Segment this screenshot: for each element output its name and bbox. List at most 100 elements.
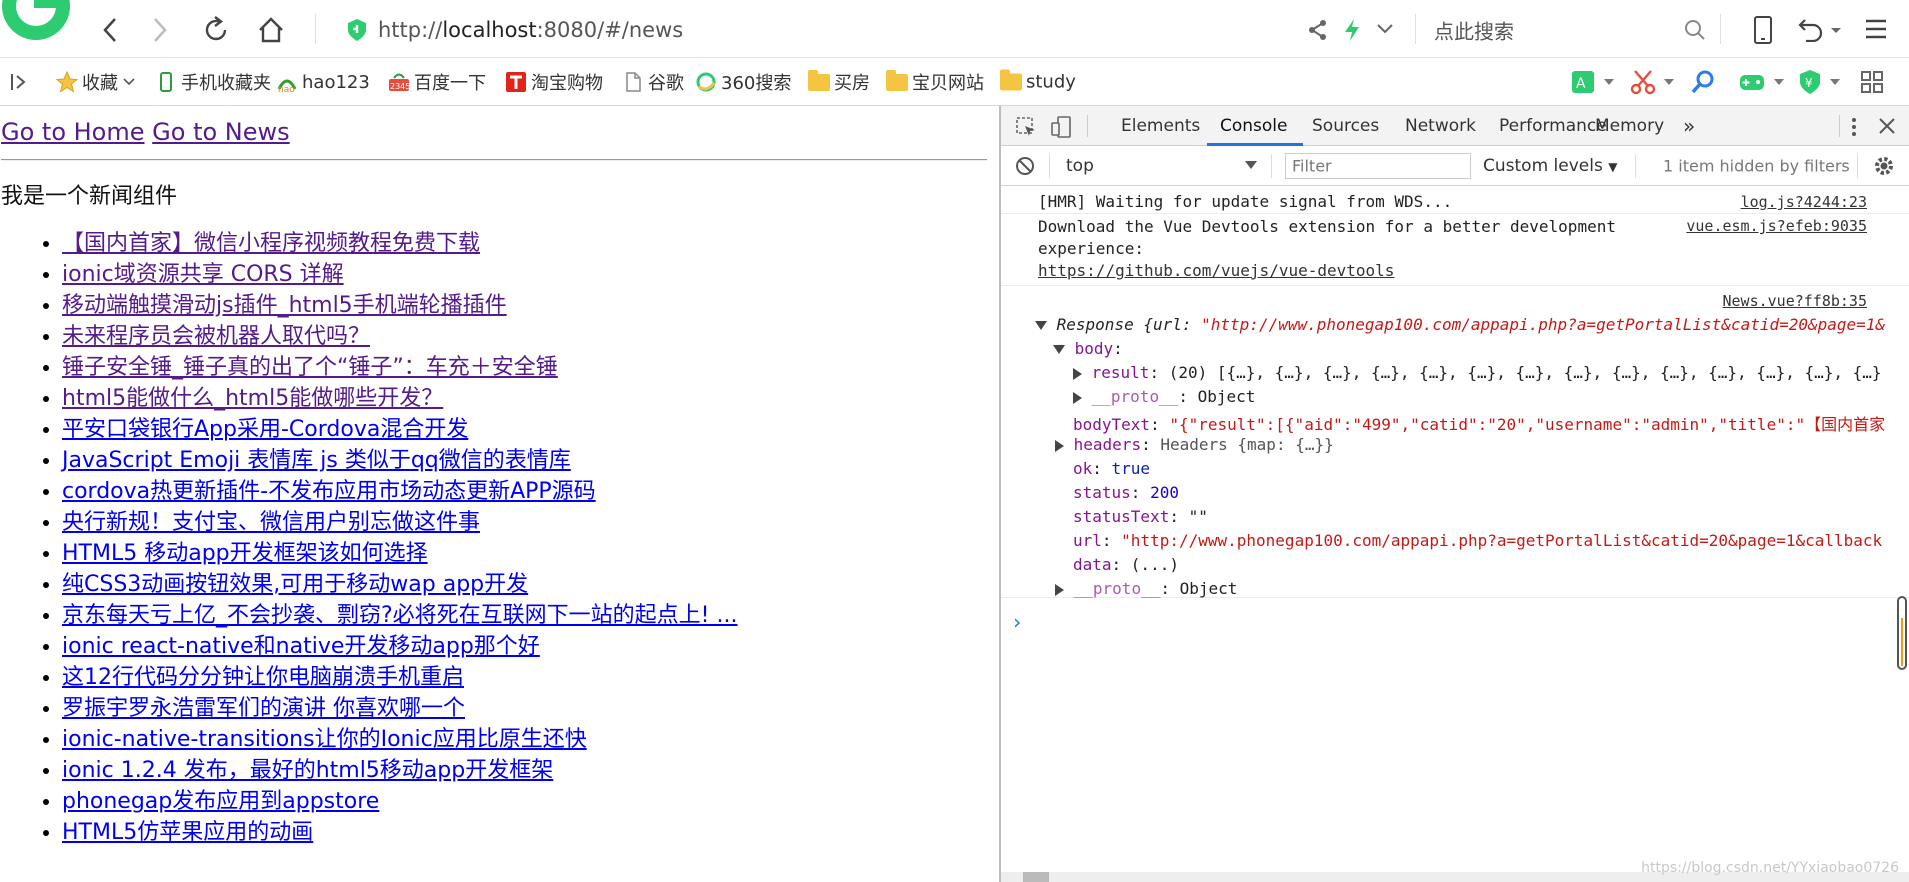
gamepad-icon[interactable]: [1738, 70, 1766, 94]
device-toolbar-icon[interactable]: [1049, 115, 1073, 139]
news-link[interactable]: 这12行代码分分钟让你电脑崩溃手机重启: [62, 665, 464, 690]
sidebar-toggle-icon[interactable]: [10, 72, 28, 92]
mobile-icon[interactable]: [1752, 15, 1774, 45]
nav-link-news[interactable]: Go to News: [152, 118, 289, 146]
search-icon[interactable]: [1683, 18, 1707, 42]
menu-icon[interactable]: [1864, 18, 1888, 40]
bookmark-folder-baby-sites[interactable]: 宝贝网站: [886, 69, 984, 95]
reload-icon: [205, 16, 227, 41]
expand-arrow-icon[interactable]: [1035, 321, 1047, 330]
proto-property[interactable]: __proto__: Object: [1055, 579, 1237, 598]
chevron-down-icon[interactable]: [1664, 79, 1674, 86]
news-link[interactable]: 罗振宇罗永浩雷军们的演讲 你喜欢哪一个: [62, 696, 465, 721]
undo-icon[interactable]: [1797, 16, 1825, 42]
magnifier-extension-icon[interactable]: [1690, 69, 1716, 95]
reload-button[interactable]: [198, 12, 234, 48]
expand-arrow-icon[interactable]: [1073, 391, 1082, 404]
bookmark-folder-house[interactable]: 买房: [808, 69, 870, 95]
vue-devtools-link[interactable]: https://github.com/vuejs/vue-devtools: [1038, 261, 1394, 280]
response-object[interactable]: Response {url: "http://www.phonegap100.c…: [1035, 315, 1885, 334]
source-link[interactable]: vue.esm.js?efeb:9035: [1686, 217, 1867, 235]
bookmark-hao123[interactable]: hao hao123: [276, 71, 370, 93]
headers-property[interactable]: headers: Headers {map: {…}}: [1055, 435, 1334, 454]
settings-gear-icon[interactable]: [1873, 155, 1895, 177]
news-link[interactable]: 【国内首家】微信小程序视频教程免费下载: [62, 231, 480, 256]
chevron-down-icon[interactable]: [1830, 79, 1840, 86]
tab-performance[interactable]: Performance: [1499, 116, 1607, 136]
expand-arrow-icon[interactable]: [1055, 439, 1064, 452]
expand-arrow-icon[interactable]: [1073, 367, 1082, 380]
news-link[interactable]: html5能做什么_html5能做哪些开发？: [62, 386, 443, 411]
kebab-menu-icon[interactable]: [1847, 116, 1861, 138]
news-link[interactable]: 平安口袋银行App采用-Cordova混合开发: [62, 417, 468, 442]
bookmark-360search[interactable]: 360搜索: [695, 69, 791, 95]
source-link[interactable]: News.vue?ff8b:35: [1723, 292, 1868, 310]
news-link[interactable]: 未来程序员会被机器人取代吗？: [62, 324, 370, 349]
search-input[interactable]: 点此搜索: [1434, 16, 1514, 45]
result-property[interactable]: result: (20) [{…}, {…}, {…}, {…}, {…}, {…: [1073, 363, 1882, 382]
hao123-icon: hao: [277, 79, 297, 93]
chevron-down-icon[interactable]: [1830, 27, 1842, 35]
console-scrollbar[interactable]: [1897, 596, 1907, 670]
news-link[interactable]: 央行新规！支付宝、微信用户别忘做这件事: [62, 510, 480, 535]
clear-console-icon[interactable]: [1015, 156, 1035, 176]
news-link[interactable]: ionic react-native和native开发移动app那个好: [62, 634, 540, 659]
source-link[interactable]: log.js?4244:23: [1741, 193, 1867, 211]
scissors-icon[interactable]: [1630, 69, 1656, 95]
tab-memory[interactable]: Memory: [1595, 116, 1664, 136]
console-prompt[interactable]: ›: [1011, 610, 1023, 634]
svg-text:2345: 2345: [390, 82, 410, 91]
bookmark-mobile-favorites[interactable]: 手机收藏夹: [155, 69, 271, 95]
news-link[interactable]: 移动端触摸滑动js插件_html5手机端轮播插件: [62, 293, 507, 318]
news-link[interactable]: cordova热更新插件-不发布应用市场动态更新APP源码: [62, 479, 596, 504]
tab-sources[interactable]: Sources: [1312, 116, 1379, 136]
home-icon: [259, 17, 283, 43]
address-bar[interactable]: http://localhost:8080/#/news: [378, 18, 683, 42]
bookmark-baidu[interactable]: 2345 百度一下: [388, 69, 486, 95]
expand-arrow-icon[interactable]: [1053, 345, 1065, 354]
back-button[interactable]: [92, 12, 128, 48]
news-link[interactable]: ionic-native-transitions让你的Ionic应用比原生还快: [62, 727, 587, 752]
tab-console[interactable]: Console: [1220, 116, 1288, 136]
news-link[interactable]: 纯CSS3动画按钮效果,可用于移动wap app开发: [62, 572, 528, 597]
data-property[interactable]: data: (...): [1073, 555, 1179, 574]
chevron-down-icon[interactable]: [1376, 22, 1394, 36]
more-tabs-button[interactable]: »: [1683, 114, 1695, 138]
proto-property[interactable]: __proto__: Object: [1073, 387, 1255, 406]
news-link[interactable]: ionic域资源共享 CORS 详解: [62, 262, 344, 287]
expand-arrow-icon[interactable]: [1055, 583, 1064, 596]
translate-extension-icon[interactable]: A: [1570, 69, 1596, 95]
news-link[interactable]: 锤子安全锤_锤子真的出了个“锤子”：车充＋安全锤: [62, 355, 558, 380]
tab-network[interactable]: Network: [1405, 116, 1476, 136]
news-link[interactable]: JavaScript Emoji 表情库 js 类似于qq微信的表情库: [62, 448, 571, 473]
context-select[interactable]: top: [1066, 156, 1094, 176]
news-link[interactable]: HTML5 移动app开发框架该如何选择: [62, 541, 428, 566]
dropdown-arrow-icon[interactable]: [1245, 161, 1257, 170]
news-link[interactable]: HTML5仿苹果应用的动画: [62, 820, 313, 845]
log-levels-select[interactable]: Custom levels ▼: [1483, 156, 1617, 176]
nav-link-home[interactable]: Go to Home: [1, 118, 145, 146]
bookmark-taobao[interactable]: 淘宝购物: [505, 69, 603, 95]
close-icon[interactable]: [1878, 117, 1896, 135]
forward-button[interactable]: [142, 12, 178, 48]
filter-input[interactable]: Filter: [1285, 153, 1471, 179]
news-link[interactable]: 京东每天亏上亿_不会抄袭、剽窃?必将死在互联网下一站的起点上! ...: [62, 603, 737, 628]
chevron-down-icon[interactable]: [1604, 79, 1614, 86]
chevron-down-icon[interactable]: [1774, 79, 1784, 86]
share-icon[interactable]: [1307, 19, 1329, 41]
bookmark-folder-study[interactable]: study: [1000, 69, 1076, 93]
news-link[interactable]: ionic 1.2.4 发布，最好的html5移动app开发框架: [62, 758, 553, 783]
home-button[interactable]: [253, 12, 289, 48]
inspect-element-icon[interactable]: [1015, 116, 1037, 138]
news-link[interactable]: phonegap发布应用到appstore: [62, 789, 379, 814]
apps-grid-icon[interactable]: [1860, 70, 1884, 94]
bookmark-google[interactable]: 谷歌: [622, 69, 684, 95]
bookmark-favorites[interactable]: 收藏: [56, 69, 136, 95]
news-item: HTML5仿苹果应用的动画: [62, 817, 737, 848]
body-property[interactable]: body:: [1053, 339, 1123, 358]
phone-icon: [160, 72, 172, 92]
tab-elements[interactable]: Elements: [1121, 116, 1200, 136]
lightning-icon[interactable]: [1343, 18, 1361, 42]
shield-extension-icon[interactable]: ¥: [1798, 69, 1822, 95]
console-message: News.vue?ff8b:35 Response {url: "http://…: [1001, 286, 1909, 598]
